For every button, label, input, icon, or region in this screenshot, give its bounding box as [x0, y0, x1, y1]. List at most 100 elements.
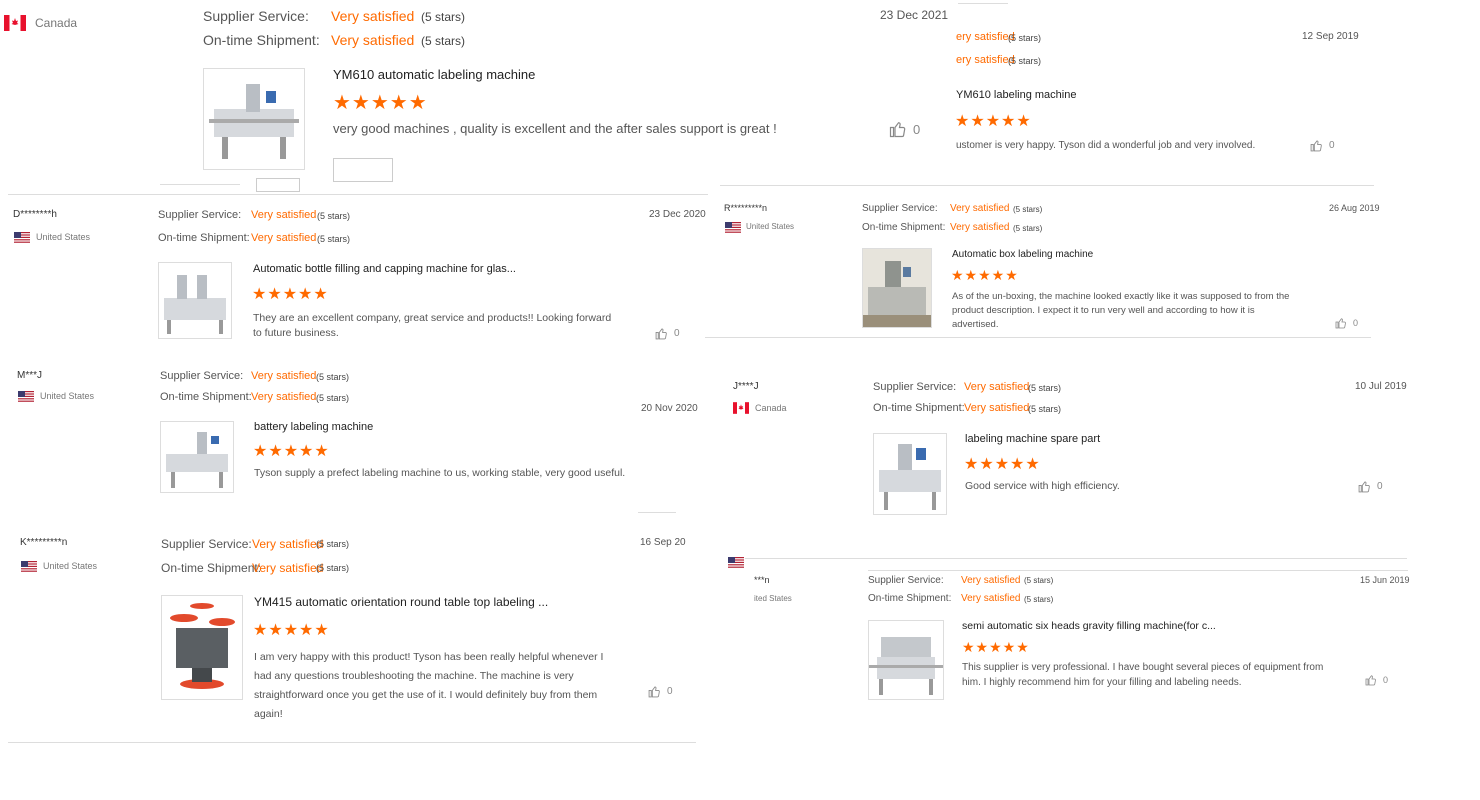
supplier-service-label: Supplier Service: — [160, 370, 244, 382]
reviewer-name: M***J — [17, 370, 43, 381]
shipment-stars: (5 stars) — [1024, 595, 1054, 604]
supplier-service-value: Very satisfied — [251, 370, 317, 382]
like-button[interactable]: 0 — [889, 120, 920, 138]
like-count: 0 — [1383, 675, 1389, 685]
review-date: 16 Sep 20 — [640, 537, 686, 548]
review-text: This supplier is very professional. I ha… — [962, 662, 1324, 688]
product-title[interactable]: YM610 labeling machine — [956, 89, 1076, 101]
shipment-label: On-time Shipment: — [873, 402, 965, 414]
supplier-service-value: Very satisfied — [331, 8, 415, 24]
like-count: 0 — [1329, 140, 1335, 151]
review-card: M***J United States Supplier Service: Ve… — [8, 362, 708, 513]
product-image[interactable] — [160, 421, 234, 493]
attached-photo-thumb[interactable] — [256, 178, 300, 192]
product-title[interactable]: Automatic bottle filling and capping mac… — [253, 263, 516, 275]
shipment-value: Very satisfied — [252, 561, 324, 575]
canada-flag-icon — [733, 402, 749, 414]
product-image[interactable] — [161, 595, 243, 700]
supplier-service-label: Supplier Service: — [862, 203, 938, 214]
product-title[interactable]: battery labeling machine — [254, 421, 373, 433]
review-card: Canada Supplier Service: Very satisfied … — [0, 0, 960, 192]
review-card: R*********n United States Supplier Servi… — [705, 198, 1380, 340]
divider — [958, 3, 1008, 4]
shipment-stars: (5 stars) — [1028, 404, 1062, 414]
shipment-value: Very satisfied — [964, 402, 1030, 414]
canada-flag-icon — [4, 15, 26, 31]
review-card: K*********n United States Supplier Servi… — [8, 528, 708, 743]
product-title[interactable]: labeling machine spare part — [965, 433, 1100, 445]
review-date: 10 Jul 2019 — [1355, 381, 1407, 392]
thumbs-up-icon — [1365, 675, 1376, 686]
attached-photo-thumb[interactable] — [333, 158, 393, 182]
review-date: 23 Dec 2020 — [649, 209, 706, 220]
review-date: 15 Jun 2019 — [1360, 575, 1410, 585]
reviewer-country: United States — [40, 391, 95, 401]
shipment-stars: (5 stars) — [316, 563, 350, 573]
review-card: D********h United States Supplier Servic… — [8, 194, 708, 354]
like-button[interactable]: 0 — [655, 327, 680, 340]
supplier-service-label: Supplier Service: — [161, 537, 252, 551]
shipment-stars: (5 stars) — [1008, 56, 1042, 66]
thumbs-up-icon — [655, 328, 667, 340]
shipment-label: On-time Shipment: — [868, 593, 952, 604]
divider — [705, 337, 1371, 338]
supplier-service-stars: (5 stars) — [1028, 383, 1062, 393]
product-image[interactable] — [873, 433, 947, 515]
divider — [868, 570, 1408, 571]
product-title[interactable]: semi automatic six heads gravity filling… — [962, 620, 1216, 632]
shipment-value: Very satisfied — [251, 232, 317, 244]
review-card: J****J Canada Supplier Service: Very sat… — [725, 372, 1415, 559]
review-text: ustomer is very happy. Tyson did a wonde… — [956, 140, 1256, 151]
shipment-value: ery satisfied — [956, 54, 1015, 66]
reviewer-country: United States — [746, 222, 795, 231]
reviewer-country: Canada — [755, 403, 787, 413]
product-title[interactable]: YM610 automatic labeling machine — [333, 67, 535, 82]
rating-stars: ★★★★★ — [333, 92, 428, 114]
rating-stars: ★★★★★ — [951, 267, 1019, 283]
shipment-stars: (5 stars) — [1013, 224, 1043, 233]
review-text: very good machines , quality is excellen… — [333, 121, 777, 136]
divider — [8, 742, 696, 743]
rating-stars: ★★★★★ — [252, 286, 329, 303]
rating-stars: ★★★★★ — [253, 443, 330, 460]
like-count: 0 — [674, 328, 680, 339]
supplier-service-value: Very satisfied — [251, 209, 317, 221]
product-title[interactable]: YM415 automatic orientation round table … — [254, 595, 548, 609]
review-card: ***n ited States Supplier Service: Very … — [725, 557, 1415, 710]
reviewer-name: R*********n — [724, 203, 768, 213]
review-text: Tyson supply a prefect labeling machine … — [254, 467, 626, 479]
product-image[interactable] — [203, 68, 305, 170]
supplier-service-stars: (5 stars) — [317, 211, 351, 221]
rating-stars: ★★★★★ — [964, 456, 1041, 473]
supplier-service-stars: (5 stars) — [421, 10, 466, 24]
like-button[interactable]: 0 — [648, 685, 673, 698]
reviewer-country: ited States — [754, 594, 792, 603]
supplier-service-value: Very satisfied — [961, 575, 1021, 586]
divider — [638, 512, 676, 513]
product-image[interactable] — [868, 620, 944, 700]
product-title[interactable]: Automatic box labeling machine — [952, 249, 1093, 260]
product-image[interactable] — [862, 248, 932, 328]
reviewer-name: ***n — [754, 575, 770, 585]
like-button[interactable]: 0 — [1365, 674, 1388, 686]
like-button[interactable]: 0 — [1358, 480, 1383, 493]
reviewer-name: D********h — [13, 209, 57, 220]
supplier-service-stars: (5 stars) — [1013, 205, 1043, 214]
divider — [8, 194, 708, 195]
product-image[interactable] — [158, 262, 232, 339]
supplier-service-value: ery satisfied — [956, 31, 1015, 43]
like-count: 0 — [913, 121, 921, 137]
reviewer-name: J****J — [733, 381, 759, 392]
like-count: 0 — [1353, 318, 1359, 328]
shipment-stars: (5 stars) — [316, 393, 350, 403]
shipment-value: Very satisfied — [961, 593, 1021, 604]
shipment-label: On-time Shipment: — [160, 391, 252, 403]
supplier-service-value: Very satisfied — [964, 381, 1030, 393]
review-text: Good service with high efficiency. — [965, 480, 1120, 492]
like-count: 0 — [667, 686, 673, 697]
like-button[interactable]: 0 — [1310, 139, 1335, 152]
like-button[interactable]: 0 — [1335, 317, 1358, 329]
rating-stars: ★★★★★ — [955, 113, 1032, 130]
shipment-value: Very satisfied — [950, 222, 1010, 233]
like-count: 0 — [1377, 481, 1383, 492]
